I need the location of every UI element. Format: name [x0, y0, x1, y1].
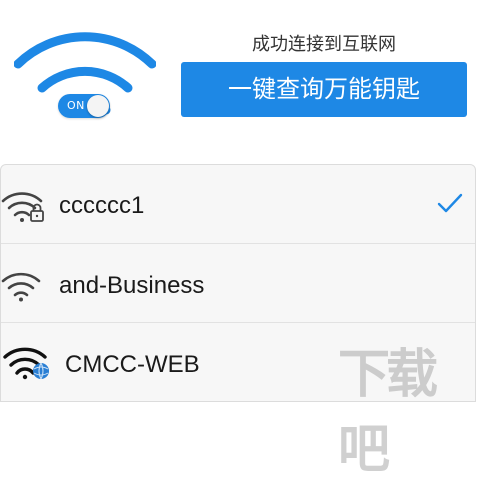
connection-header: ON 成功连接到互联网 一键查询万能钥匙 — [0, 0, 484, 160]
network-name: CMCC-WEB — [65, 351, 200, 378]
wifi-icon — [1, 272, 41, 302]
toggle-knob — [87, 95, 109, 117]
wifi-globe-icon — [3, 347, 49, 380]
query-key-button[interactable]: 一键查询万能钥匙 — [181, 62, 467, 117]
wifi-lock-icon — [1, 192, 44, 222]
toggle-label: ON — [67, 99, 85, 112]
checkmark-icon — [437, 193, 463, 213]
network-name: cccccc1 — [59, 192, 145, 219]
connection-status: 成功连接到互联网 — [252, 34, 396, 55]
network-row[interactable]: cccccc1 — [1, 165, 475, 244]
wifi-toggle[interactable]: ON — [58, 94, 110, 118]
network-name: and-Business — [59, 272, 205, 299]
network-row[interactable]: and-Business — [1, 244, 475, 323]
watermark: 下载吧 — [338, 345, 438, 480]
